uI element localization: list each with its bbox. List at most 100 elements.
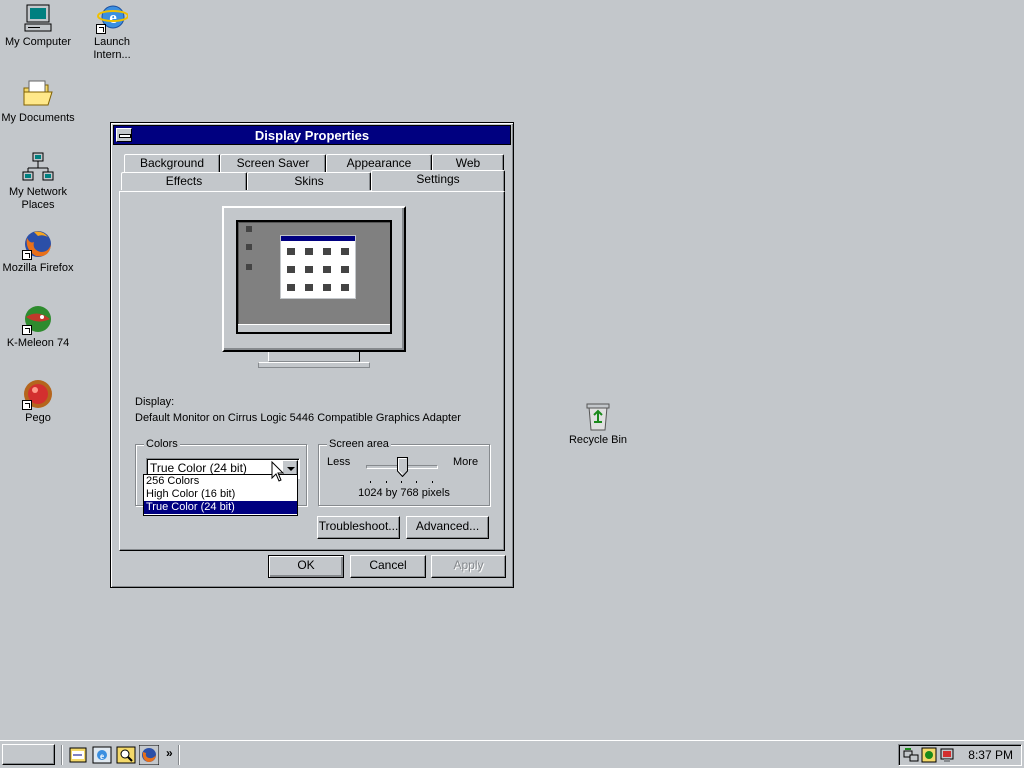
mini-window-icon	[323, 284, 331, 291]
mini-desktop-icon	[246, 244, 252, 250]
mini-window-icon	[323, 248, 331, 255]
tab-label: Effects	[165, 174, 203, 188]
network-tray-icon[interactable]	[903, 747, 919, 766]
mini-desktop-icon	[246, 226, 252, 232]
tab-label: Background	[139, 156, 205, 170]
monitor-base	[258, 362, 370, 368]
desktop-icon-label: Pego	[25, 412, 51, 424]
display-adapter-text: Default Monitor on Cirrus Logic 5446 Com…	[135, 412, 461, 424]
monitor-neck	[268, 352, 360, 362]
computer-icon	[22, 2, 54, 34]
desktop-icon-label: Launch Intern...	[93, 36, 131, 61]
ok-button[interactable]: OK	[268, 555, 344, 578]
tab-label: Skins	[294, 174, 324, 188]
slider-tick	[401, 481, 402, 483]
desktop-icon-label: Recycle Bin	[568, 434, 628, 446]
apply-button: Apply	[431, 555, 506, 578]
tab-background[interactable]: Background	[124, 154, 220, 172]
desktop-icon-k-meleon[interactable]: K-Meleon 74	[0, 303, 76, 350]
slider-more-label: More	[453, 456, 479, 468]
firefox-icon	[22, 228, 54, 260]
shortcut-arrow-icon	[96, 24, 106, 34]
desktop-icon-mozilla-firefox[interactable]: Mozilla Firefox	[0, 228, 76, 275]
tab-skins[interactable]: Skins	[247, 172, 371, 190]
taskbar-separator	[178, 745, 180, 765]
desktop-icon-label: My Documents	[1, 112, 75, 124]
mini-window	[280, 235, 356, 299]
desktop-icon-my-documents[interactable]: My Documents	[0, 78, 76, 125]
advanced-button[interactable]: Advanced...	[406, 516, 489, 539]
colors-option-16bit[interactable]: High Color (16 bit)	[144, 488, 297, 501]
mini-taskbar	[238, 324, 390, 332]
start-button[interactable]	[2, 744, 55, 765]
pego-icon	[22, 378, 54, 410]
colors-legend: Colors	[144, 438, 180, 451]
taskbar-clock[interactable]: 8:37 PM	[968, 749, 1013, 762]
monitor-frame	[222, 206, 406, 352]
svg-text:e: e	[100, 751, 104, 761]
system-tray: 8:37 PM	[898, 744, 1022, 766]
desktop-icon-recycle-bin[interactable]: Recycle Bin	[560, 400, 636, 447]
mini-window-icon	[341, 266, 349, 273]
mini-window-icon	[323, 266, 331, 273]
tab-label: Appearance	[346, 156, 412, 170]
firefox-quicklaunch-icon[interactable]	[138, 744, 160, 766]
display-label: Display:	[135, 396, 175, 408]
tab-label: Settings	[416, 172, 460, 186]
taskbar: e » 8:37 PM	[0, 740, 1024, 768]
desktop-icon-launch-internet[interactable]: e Launch Intern...	[74, 2, 150, 62]
cancel-button[interactable]: Cancel	[350, 555, 426, 578]
screen-area-slider-thumb[interactable]	[396, 457, 408, 478]
internet-explorer-quicklaunch-icon[interactable]: e	[92, 745, 112, 765]
display-tray-icon[interactable]	[939, 747, 955, 766]
resolution-text: 1024 by 768 pixels	[358, 487, 450, 499]
tab-label: Screen Saver	[236, 156, 310, 170]
volume-tray-icon[interactable]	[921, 747, 937, 766]
troubleshoot-button[interactable]: Troubleshoot...	[317, 516, 400, 539]
tab-settings[interactable]: Settings	[371, 170, 505, 191]
tab-screen-saver[interactable]: Screen Saver	[220, 154, 326, 172]
mini-desktop-icon	[246, 264, 252, 270]
mini-window-icon	[341, 248, 349, 255]
mini-window-titlebar	[281, 236, 355, 241]
slider-tick	[432, 481, 433, 483]
tab-effects[interactable]: Effects	[121, 172, 247, 190]
desktop-icon-pego[interactable]: Pego	[0, 378, 76, 425]
internet-explorer-icon: e	[96, 2, 129, 34]
title-bar[interactable]: Display Properties	[113, 125, 511, 145]
shortcut-arrow-icon	[22, 325, 32, 335]
folder-icon	[22, 78, 54, 110]
slider-tick	[370, 481, 371, 483]
show-desktop-icon[interactable]	[68, 745, 88, 765]
colors-dropdown-value: True Color (24 bit)	[150, 461, 247, 475]
network-icon	[22, 152, 54, 184]
slider-tick	[416, 481, 417, 483]
slider-tick	[386, 481, 387, 483]
slider-less-label: Less	[327, 456, 351, 468]
mini-window-icon	[287, 284, 295, 291]
monitor-preview	[222, 206, 406, 368]
shortcut-arrow-icon	[22, 400, 32, 410]
window-title: Display Properties	[254, 128, 370, 143]
kmeleon-icon	[22, 303, 54, 335]
recycle-bin-icon	[582, 400, 614, 432]
mini-window-icon	[305, 284, 313, 291]
desktop-icon-label: Mozilla Firefox	[2, 262, 74, 274]
taskbar-separator	[61, 745, 63, 765]
mini-window-icon	[287, 248, 295, 255]
desktop-icon-label: K-Meleon 74	[6, 337, 70, 349]
desktop-icon-my-computer[interactable]: My Computer	[0, 2, 76, 49]
mouse-cursor-icon	[271, 460, 285, 486]
desktop-icon-label: My Network Places	[8, 186, 68, 211]
quicklaunch-chevron[interactable]: »	[166, 746, 173, 760]
screen-area-legend: Screen area	[327, 438, 391, 451]
display-properties-window: Display Properties Background Screen Sav…	[110, 122, 514, 588]
colors-option-24bit[interactable]: True Color (24 bit)	[144, 501, 297, 514]
desktop-icon-label: My Computer	[4, 36, 72, 48]
desktop-icon-my-network-places[interactable]: My Network Places	[0, 152, 76, 212]
mini-window-icon	[341, 284, 349, 291]
mini-window-icon	[287, 266, 295, 273]
shortcut-arrow-icon	[22, 250, 32, 260]
tab-label: Web	[455, 156, 481, 170]
search-quicklaunch-icon[interactable]	[116, 745, 136, 765]
